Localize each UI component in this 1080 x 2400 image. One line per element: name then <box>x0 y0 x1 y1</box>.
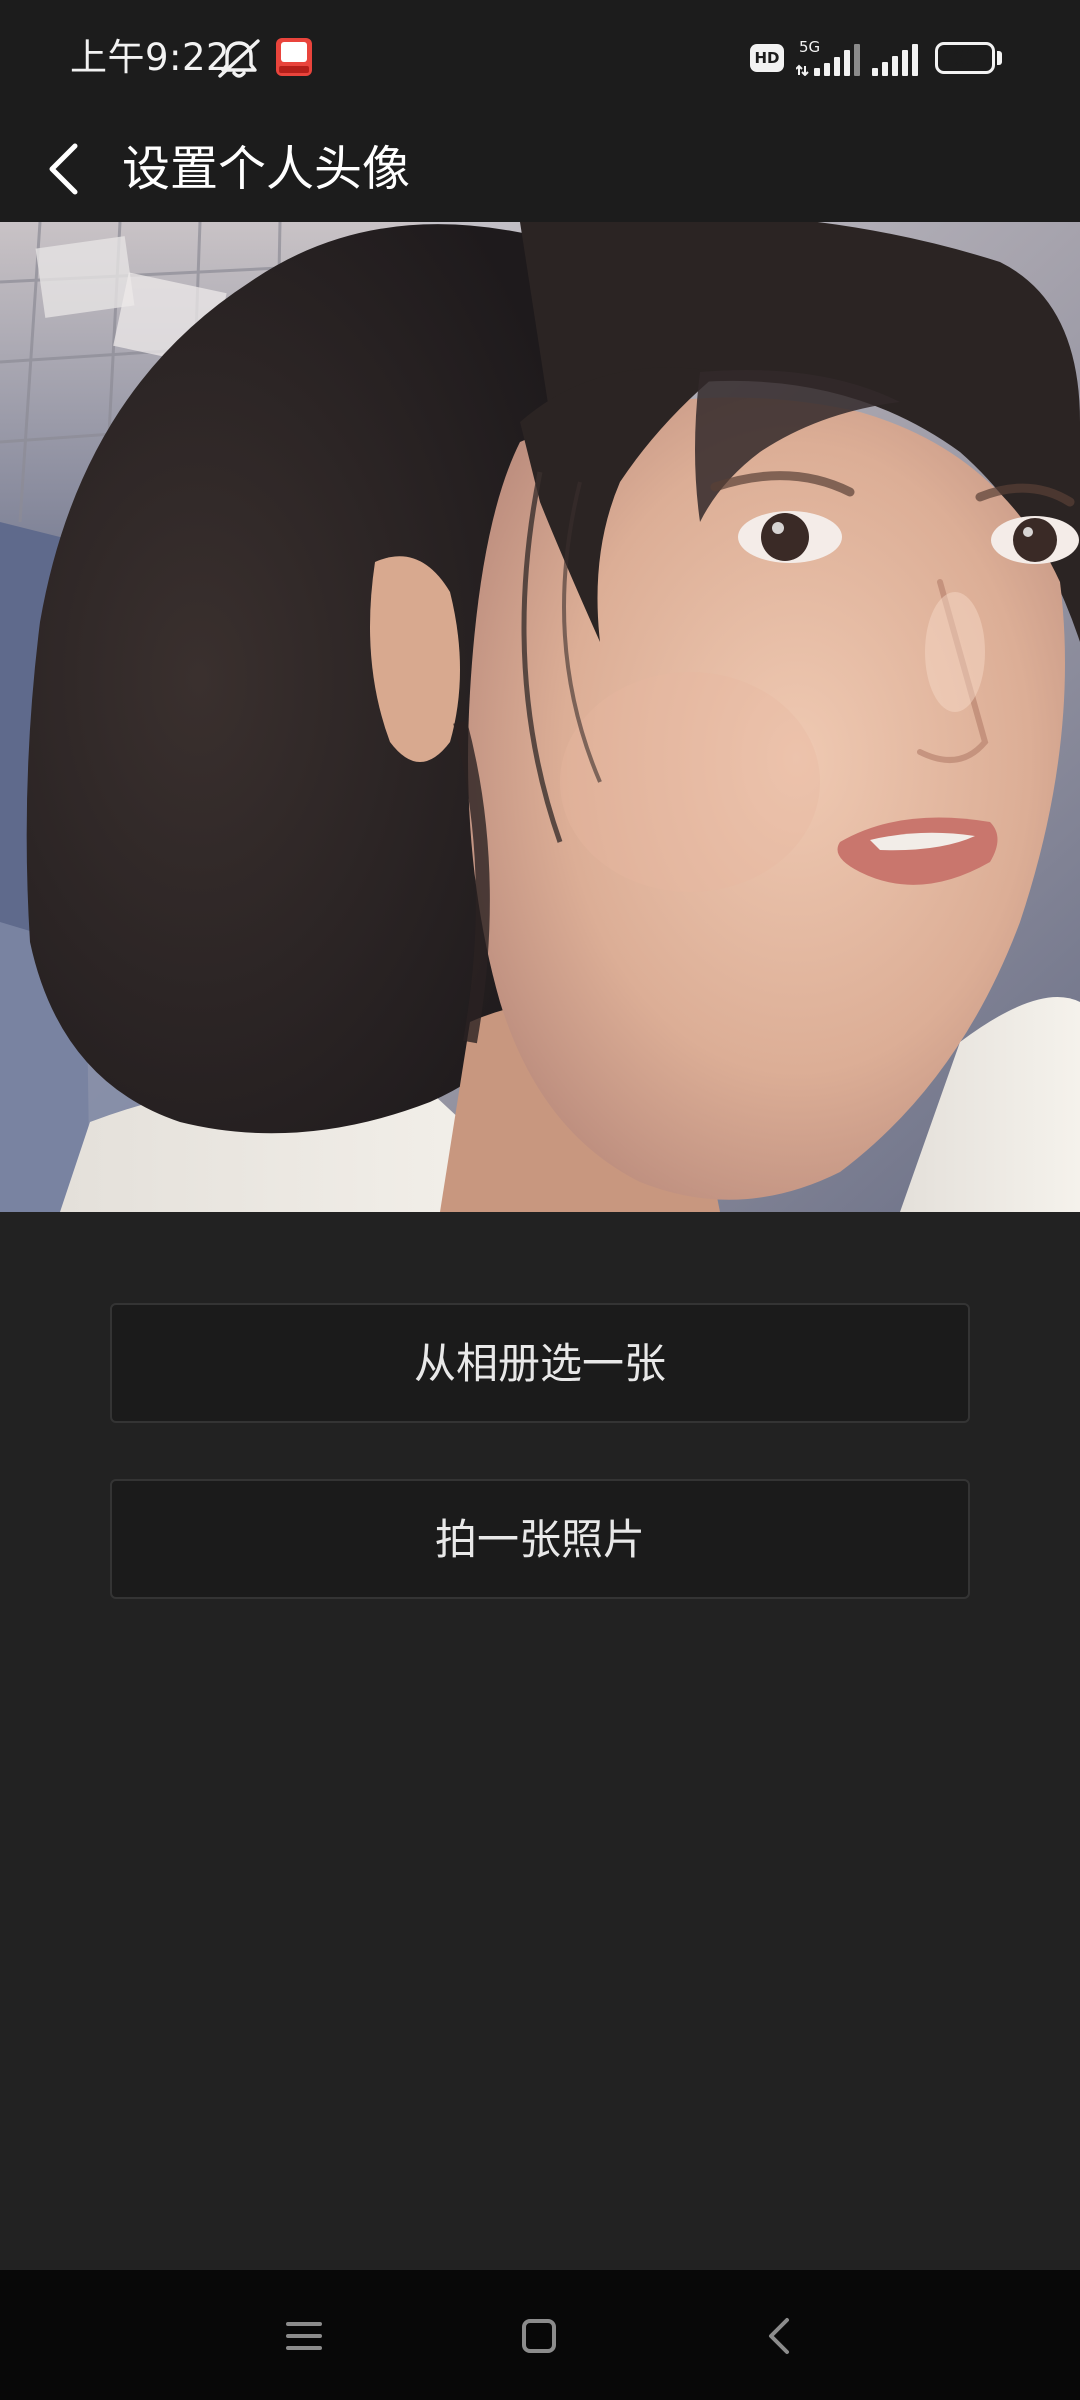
chevron-left-icon <box>49 143 78 195</box>
page-title: 设置个人头像 <box>122 141 411 197</box>
home-button[interactable] <box>501 2298 577 2374</box>
set-avatar-screen: 上午9:22 HD 5G 61 设置个人头像 从相册选一张 拍一张照片 <box>0 0 1080 2400</box>
system-back-button[interactable] <box>743 2298 819 2374</box>
take-photo-button[interactable]: 拍一张照片 <box>110 1479 970 1599</box>
hd-voice-icon: HD <box>750 44 784 72</box>
menu-icon <box>286 2322 322 2350</box>
battery-icon: 61 <box>935 42 995 74</box>
top-app-bar: 设置个人头像 <box>0 116 1080 222</box>
status-bar: 上午9:22 HD 5G 61 <box>0 0 1080 116</box>
home-icon <box>522 2319 556 2353</box>
signal-5g-icon <box>796 44 860 76</box>
avatar-preview-image <box>0 222 1080 1212</box>
choose-from-album-button[interactable]: 从相册选一张 <box>110 1303 970 1423</box>
mute-notification-icon <box>218 39 260 78</box>
status-time: 上午9:22 <box>70 36 231 79</box>
battery-tip <box>997 51 1002 65</box>
back-button[interactable] <box>30 126 104 212</box>
back-icon <box>769 2318 789 2354</box>
recent-apps-button[interactable] <box>266 2298 342 2374</box>
signal-icon <box>872 44 918 76</box>
app-notification-icon <box>276 38 312 76</box>
battery-level-text: 61 <box>952 46 978 70</box>
system-navigation-bar <box>0 2270 1080 2400</box>
